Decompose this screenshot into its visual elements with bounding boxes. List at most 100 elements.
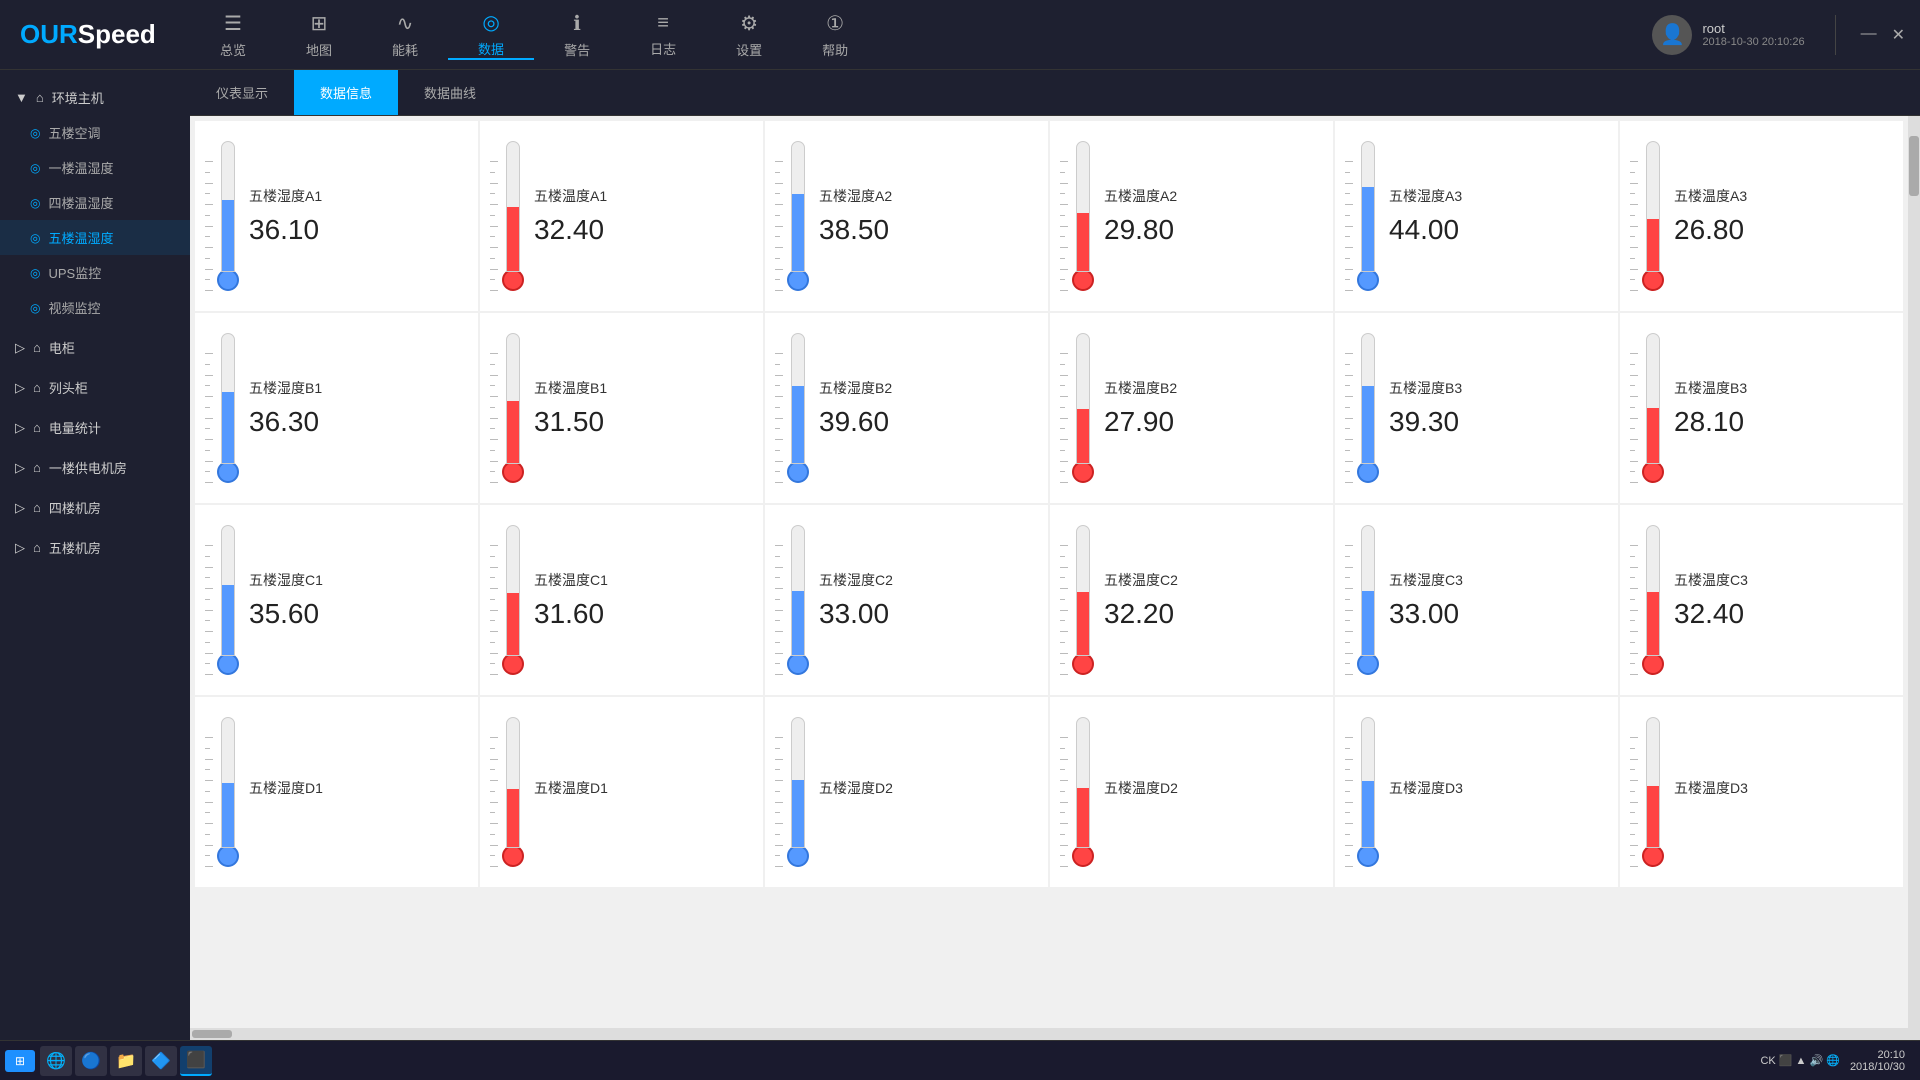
gauge-label: 五楼温度A2 bbox=[1104, 186, 1323, 206]
sidebar-item-一楼温湿度[interactable]: ◎一楼温湿度 bbox=[0, 150, 190, 185]
gauge-card: 五楼温度C2 32.20 bbox=[1050, 505, 1333, 695]
main: ▼⌂环境主机◎五楼空调◎一楼温湿度◎四楼温湿度◎五楼温湿度◎UPS监控◎视频监控… bbox=[0, 70, 1920, 1040]
nav-item-map[interactable]: ⊞地图 bbox=[276, 11, 362, 59]
nav-item-overview[interactable]: ☰总览 bbox=[190, 11, 276, 59]
gauge-card: 五楼温度B1 31.50 bbox=[480, 313, 763, 503]
gauge-value: 35.60 bbox=[249, 598, 468, 630]
sidebar-item-四楼温湿度[interactable]: ◎四楼温湿度 bbox=[0, 185, 190, 220]
logo: OURSpeed bbox=[0, 19, 190, 50]
gauge-card: 五楼温度D1 bbox=[480, 697, 763, 887]
h-scroll-thumb[interactable] bbox=[192, 1030, 232, 1038]
gauge-label: 五楼温度B1 bbox=[534, 378, 753, 398]
datetime: 2018-10-30 20:10:26 bbox=[1702, 36, 1804, 48]
sidebar-group: ▷⌂电量统计 bbox=[0, 410, 190, 445]
h-scrollbar[interactable] bbox=[190, 1028, 1920, 1040]
gauge-card: 五楼温度C3 32.40 bbox=[1620, 505, 1903, 695]
gauge-card: 五楼湿度A3 44.00 bbox=[1335, 121, 1618, 311]
tab-仪表显示[interactable]: 仪表显示 bbox=[190, 70, 294, 115]
topbar: OURSpeed ☰总览⊞地图∿能耗◎数据ℹ警告≡日志⚙设置①帮助 👤 root… bbox=[0, 0, 1920, 70]
taskbar-app-3[interactable]: 🔷 bbox=[145, 1046, 177, 1076]
taskbar-app-2[interactable]: 📁 bbox=[110, 1046, 142, 1076]
sidebar-group-header[interactable]: ▷⌂四楼机房 bbox=[0, 490, 190, 525]
sidebar-item-五楼空调[interactable]: ◎五楼空调 bbox=[0, 115, 190, 150]
gauge-label: 五楼湿度A1 bbox=[249, 186, 468, 206]
sidebar-group-header[interactable]: ▷⌂五楼机房 bbox=[0, 530, 190, 565]
sidebar-group-header[interactable]: ▷⌂列头柜 bbox=[0, 370, 190, 405]
taskbar-date: 2018/10/30 bbox=[1850, 1061, 1905, 1073]
taskbar-app-0[interactable]: 🌐 bbox=[40, 1046, 72, 1076]
username: root bbox=[1702, 21, 1804, 36]
gauge-grid: 五楼湿度A1 36.10 五楼温度A1 32.40 bbox=[190, 116, 1908, 1028]
sidebar-group-header[interactable]: ▷⌂电量统计 bbox=[0, 410, 190, 445]
start-button[interactable]: ⊞ bbox=[5, 1050, 35, 1072]
map-icon: ⊞ bbox=[311, 11, 328, 36]
gauge-card: 五楼湿度C1 35.60 bbox=[195, 505, 478, 695]
gauge-row-3: 五楼湿度D1 五楼温度D1 bbox=[195, 697, 1903, 887]
gauge-card: 五楼温度A1 32.40 bbox=[480, 121, 763, 311]
window-controls: — ✕ bbox=[1846, 20, 1920, 50]
nav-item-log[interactable]: ≡日志 bbox=[620, 12, 706, 58]
tab-数据信息[interactable]: 数据信息 bbox=[294, 70, 398, 115]
gauge-info: 五楼温度D2 bbox=[1104, 778, 1323, 806]
sidebar-group: ▷⌂四楼机房 bbox=[0, 490, 190, 525]
sidebar-group: ▷⌂电柜 bbox=[0, 330, 190, 365]
gauge-label: 五楼温度B2 bbox=[1104, 378, 1323, 398]
scroll-thumb[interactable] bbox=[1909, 136, 1919, 196]
gauge-card: 五楼温度A3 26.80 bbox=[1620, 121, 1903, 311]
gauge-value: 32.40 bbox=[1674, 598, 1893, 630]
nav-item-data[interactable]: ◎数据 bbox=[448, 10, 534, 60]
gauge-label: 五楼温度D1 bbox=[534, 778, 753, 798]
tab-数据曲线[interactable]: 数据曲线 bbox=[398, 70, 502, 115]
gauge-info: 五楼湿度D2 bbox=[819, 778, 1038, 806]
nav-item-energy[interactable]: ∿能耗 bbox=[362, 11, 448, 59]
sidebar-group-header[interactable]: ▼⌂环境主机 bbox=[0, 80, 190, 115]
gauge-card: 五楼温度A2 29.80 bbox=[1050, 121, 1333, 311]
gauge-value: 28.10 bbox=[1674, 406, 1893, 438]
data-icon: ◎ bbox=[482, 10, 499, 35]
scrollbar[interactable] bbox=[1908, 116, 1920, 1028]
gauge-card: 五楼湿度D2 bbox=[765, 697, 1048, 887]
gauge-label: 五楼温度C2 bbox=[1104, 570, 1323, 590]
system-tray: CK ⬛ ▲ 🔊 🌐 bbox=[1760, 1054, 1839, 1067]
sidebar-group-header[interactable]: ▷⌂一楼供电机房 bbox=[0, 450, 190, 485]
gauge-info: 五楼温度C1 31.60 bbox=[534, 570, 753, 630]
logo-speed: Speed bbox=[78, 19, 156, 49]
gauge-value: 36.30 bbox=[249, 406, 468, 438]
sidebar-group: ▷⌂列头柜 bbox=[0, 370, 190, 405]
taskbar: ⊞ 🌐🔵📁🔷⬛ CK ⬛ ▲ 🔊 🌐 20:10 2018/10/30 bbox=[0, 1040, 1920, 1080]
gauge-info: 五楼湿度C3 33.00 bbox=[1389, 570, 1608, 630]
gauge-card: 五楼温度B2 27.90 bbox=[1050, 313, 1333, 503]
gauge-info: 五楼温度D3 bbox=[1674, 778, 1893, 806]
nav-item-settings[interactable]: ⚙设置 bbox=[706, 11, 792, 59]
sidebar-group: ▷⌂一楼供电机房 bbox=[0, 450, 190, 485]
gauge-info: 五楼湿度A2 38.50 bbox=[819, 186, 1038, 246]
gauge-row-1: 五楼湿度B1 36.30 五楼温度B1 31.50 bbox=[195, 313, 1903, 503]
sidebar-item-视频监控[interactable]: ◎视频监控 bbox=[0, 290, 190, 325]
sidebar-item-UPS监控[interactable]: ◎UPS监控 bbox=[0, 255, 190, 290]
gauge-card: 五楼湿度C3 33.00 bbox=[1335, 505, 1618, 695]
sidebar-group-header[interactable]: ▷⌂电柜 bbox=[0, 330, 190, 365]
taskbar-app-4[interactable]: ⬛ bbox=[180, 1046, 212, 1076]
gauge-value: 31.50 bbox=[534, 406, 753, 438]
gauge-value: 38.50 bbox=[819, 214, 1038, 246]
gauge-card: 五楼湿度C2 33.00 bbox=[765, 505, 1048, 695]
content-area: 仪表显示数据信息数据曲线 五楼湿度A1 36.10 bbox=[190, 70, 1920, 1040]
gauge-card: 五楼湿度B2 39.60 bbox=[765, 313, 1048, 503]
nav-item-help[interactable]: ①帮助 bbox=[792, 11, 878, 59]
gauge-row-0: 五楼湿度A1 36.10 五楼温度A1 32.40 bbox=[195, 121, 1903, 311]
gauge-value: 31.60 bbox=[534, 598, 753, 630]
nav-item-alert[interactable]: ℹ警告 bbox=[534, 11, 620, 59]
gauge-card: 五楼湿度B1 36.30 bbox=[195, 313, 478, 503]
gauge-info: 五楼湿度A1 36.10 bbox=[249, 186, 468, 246]
gauge-info: 五楼湿度B1 36.30 bbox=[249, 378, 468, 438]
sidebar-item-五楼温湿度[interactable]: ◎五楼温湿度 bbox=[0, 220, 190, 255]
gauge-info: 五楼温度A2 29.80 bbox=[1104, 186, 1323, 246]
taskbar-app-1[interactable]: 🔵 bbox=[75, 1046, 107, 1076]
close-button[interactable]: ✕ bbox=[1887, 20, 1910, 50]
logo-our: OUR bbox=[20, 19, 78, 49]
sidebar: ▼⌂环境主机◎五楼空调◎一楼温湿度◎四楼温湿度◎五楼温湿度◎UPS监控◎视频监控… bbox=[0, 70, 190, 1040]
gauge-value: 33.00 bbox=[819, 598, 1038, 630]
minimize-button[interactable]: — bbox=[1856, 20, 1882, 50]
gauge-label: 五楼温度D3 bbox=[1674, 778, 1893, 798]
alert-icon: ℹ bbox=[573, 11, 581, 36]
